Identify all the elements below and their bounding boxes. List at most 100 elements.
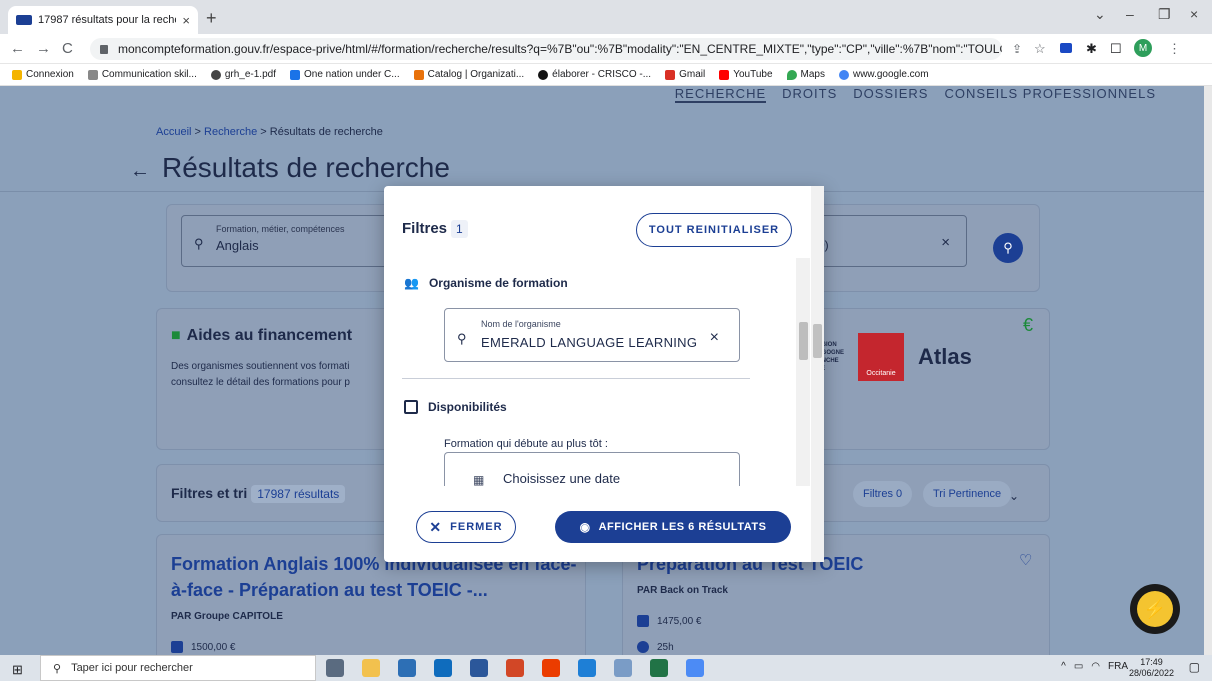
clear-org-icon[interactable]: × <box>710 329 719 347</box>
calendar-icon: ▦ <box>473 473 485 487</box>
network-icon[interactable]: ▭ <box>1074 661 1083 672</box>
reload-button[interactable]: C <box>62 40 73 57</box>
bookmark-item[interactable]: Communication skil... <box>87 69 197 80</box>
powerpoint-icon[interactable] <box>506 659 524 677</box>
search-submit-button[interactable]: ⚲ <box>993 233 1023 263</box>
chrome-icon[interactable] <box>686 659 704 677</box>
excel-icon[interactable] <box>650 659 668 677</box>
price-icon <box>637 615 649 627</box>
bookmark-item[interactable]: grh_e-1.pdf <box>210 69 276 80</box>
bookmark-item[interactable]: One nation under C... <box>290 69 400 80</box>
clock-icon <box>637 641 649 653</box>
chevron-down-icon[interactable]: ⌄ <box>1009 489 1019 503</box>
profile-avatar[interactable]: M <box>1134 39 1152 57</box>
nav-conseils[interactable]: CONSEILS PROFESSIONNELS <box>944 86 1156 103</box>
filters-inner-scrollbar[interactable] <box>796 258 810 486</box>
taskbar-clock[interactable]: 17:49 28/06/2022 <box>1129 657 1174 679</box>
org-name-input[interactable]: ⚲ Nom de l'organisme EMERALD LANGUAGE LE… <box>444 308 740 362</box>
minimize-button[interactable]: – <box>1126 6 1134 22</box>
nav-droits[interactable]: DROITS <box>782 86 837 103</box>
chrome-menu-icon[interactable]: ⋮ <box>1168 41 1181 57</box>
show-results-button[interactable]: ◉ AFFICHER LES 6 RÉSULTATS <box>555 511 791 543</box>
file-explorer-icon[interactable] <box>362 659 380 677</box>
euro-icon: € <box>1022 315 1033 335</box>
start-date-placeholder: Choisissez une date <box>503 471 621 486</box>
word-icon[interactable] <box>470 659 488 677</box>
address-bar[interactable]: moncompteformation.gouv.fr/espace-prive/… <box>90 38 1002 60</box>
task-view-icon[interactable] <box>326 659 344 677</box>
filters-pill[interactable]: Filtres 0 <box>853 481 913 507</box>
main-nav: RECHERCHE DROITS DOSSIERS CONSEILS PROFE… <box>674 86 1156 103</box>
quick-action-button[interactable]: ⚡ <box>1130 584 1180 634</box>
bookmark-item[interactable]: Catalog | Organizati... <box>413 69 524 80</box>
filters-sort-title: Filtres et tri 17987 résultats <box>171 485 346 503</box>
app-icon[interactable] <box>614 659 632 677</box>
bookmark-item[interactable]: Connexion <box>12 69 74 80</box>
bookmark-favicon-icon <box>538 69 549 80</box>
wifi-icon[interactable]: ◠ <box>1091 661 1100 672</box>
breadcrumb: Accueil > Recherche > Résultats de reche… <box>156 126 383 138</box>
page-scrollbar[interactable] <box>1204 86 1212 655</box>
occitanie-logo: Occitanie <box>858 333 905 381</box>
extensions-puzzle-icon[interactable]: ✱ <box>1086 41 1097 57</box>
result-provider: PAR Groupe CAPITOLE <box>171 611 283 622</box>
eye-icon: ◉ <box>579 520 591 534</box>
office-icon[interactable] <box>542 659 560 677</box>
location-input[interactable]: 0) × <box>807 215 967 267</box>
result-price: 1475,00 € <box>637 615 702 627</box>
new-tab-button[interactable]: + <box>206 8 217 29</box>
bookmark-favicon-icon <box>413 69 424 80</box>
share-icon[interactable]: ⇪ <box>1012 42 1022 56</box>
search-input[interactable]: ⚲ Formation, métier, compétences Anglais <box>181 215 391 267</box>
bookmark-item[interactable]: www.google.com <box>838 69 929 80</box>
extension-icon[interactable] <box>1060 43 1072 53</box>
outlook-icon[interactable] <box>434 659 452 677</box>
edge-icon[interactable] <box>578 659 596 677</box>
browser-tab[interactable]: 17987 résultats pour la recherche × <box>8 6 198 34</box>
nav-recherche[interactable]: RECHERCHE <box>674 86 767 103</box>
result-price: 1500,00 € <box>171 641 236 653</box>
sort-pill[interactable]: Tri Pertinence <box>923 481 1012 507</box>
filters-scrollbar-thumb[interactable] <box>799 322 808 360</box>
close-modal-button[interactable]: ✕ FERMER <box>416 511 516 543</box>
clock-date: 28/06/2022 <box>1128 668 1174 678</box>
close-tab-icon[interactable]: × <box>182 13 190 28</box>
store-icon[interactable] <box>398 659 416 677</box>
start-date-input[interactable]: ▦ Choisissez une date <box>444 452 740 487</box>
breadcrumb-home[interactable]: Accueil <box>156 126 191 138</box>
bookmark-item[interactable]: YouTube <box>719 69 773 80</box>
notification-icon[interactable]: ▢ <box>1189 660 1200 674</box>
taskbar-search-input[interactable]: ⚲ Taper ici pour rechercher <box>40 655 316 681</box>
url-text: moncompteformation.gouv.fr/espace-prive/… <box>118 42 1002 56</box>
bookmark-item[interactable]: Gmail <box>665 69 705 80</box>
clear-location-icon[interactable]: × <box>941 234 950 251</box>
lock-icon <box>100 44 108 54</box>
modal-scrollbar[interactable] <box>811 186 824 562</box>
side-panel-icon[interactable]: ☐ <box>1110 41 1122 57</box>
bookmark-item[interactable]: Maps <box>786 69 825 80</box>
modal-scrollbar-thumb[interactable] <box>813 324 822 358</box>
search-input-value: Anglais <box>216 238 259 253</box>
language-indicator[interactable]: FRA <box>1108 661 1128 672</box>
close-window-button[interactable]: × <box>1190 6 1198 22</box>
tray-chevron-icon[interactable]: ^ <box>1061 661 1066 672</box>
tab-search-icon[interactable]: ⌄ <box>1094 6 1106 23</box>
favorite-heart-icon[interactable]: ♡ <box>1019 551 1032 569</box>
maximize-button[interactable]: ❐ <box>1158 6 1171 23</box>
windows-start-icon[interactable]: ⊞ <box>12 662 23 678</box>
system-tray: ^ ▭ ◠ FRA <box>1061 661 1128 672</box>
org-name-label: Nom de l'organisme <box>481 319 561 329</box>
bookmark-favicon-icon <box>290 69 300 80</box>
page-title: ← Résultats de recherche <box>130 152 450 183</box>
site-favicon-icon <box>16 15 32 25</box>
back-arrow-icon[interactable]: ← <box>130 160 150 182</box>
reset-all-button[interactable]: TOUT REINITIALISER <box>636 213 792 247</box>
bookmark-item[interactable]: élaborer - CRISCO -... <box>538 69 651 80</box>
forward-button[interactable]: → <box>36 40 51 57</box>
breadcrumb-separator: > <box>260 126 267 138</box>
back-button[interactable]: ← <box>10 40 25 57</box>
breadcrumb-search[interactable]: Recherche <box>204 126 257 138</box>
nav-dossiers[interactable]: DOSSIERS <box>853 86 928 103</box>
bookmark-star-icon[interactable]: ☆ <box>1034 41 1046 57</box>
maps-pin-icon <box>786 69 797 80</box>
